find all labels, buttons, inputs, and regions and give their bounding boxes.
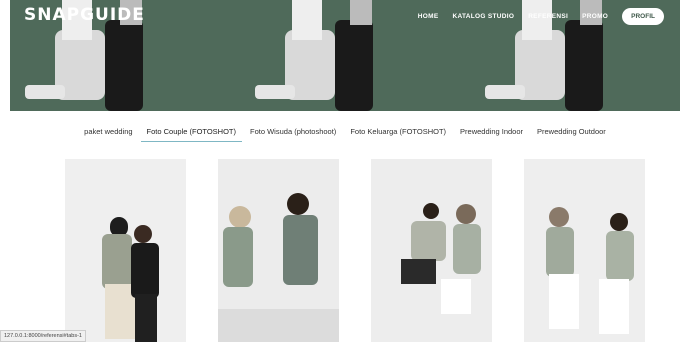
gallery-photo-3[interactable] xyxy=(371,159,492,342)
gallery-photo-4[interactable] xyxy=(524,159,645,342)
tab-prewedding-indoor[interactable]: Prewedding Indoor xyxy=(454,127,529,142)
tab-foto-wisuda[interactable]: Foto Wisuda (photoshoot) xyxy=(244,127,342,142)
nav-home[interactable]: HOME xyxy=(418,13,439,20)
tab-foto-couple[interactable]: Foto Couple (FOTOSHOT) xyxy=(140,127,243,142)
photo-couple-flowers xyxy=(524,159,645,342)
profil-button[interactable]: PROFIL xyxy=(622,8,664,25)
category-tabs: paket wedding Foto Couple (FOTOSHOT) Fot… xyxy=(0,127,690,142)
gallery-photo-2[interactable] xyxy=(218,159,339,342)
gallery-photo-1[interactable] xyxy=(65,159,186,342)
tab-paket-wedding[interactable]: paket wedding xyxy=(78,127,138,142)
tab-foto-keluarga[interactable]: Foto Keluarga (FOTOSHOT) xyxy=(344,127,452,142)
top-nav: HOME KATALOG STUDIO REFERENSI PROMO PROF… xyxy=(418,8,664,25)
browser-status-url: 127.0.0.1:8000/referensi#tabs-1 xyxy=(0,330,86,342)
photo-couple-shush xyxy=(218,159,339,342)
photo-couple-box xyxy=(371,159,492,342)
nav-promo[interactable]: PROMO xyxy=(582,13,608,20)
nav-referensi[interactable]: REFERENSI xyxy=(528,13,568,20)
brand-logo[interactable]: SNAPGUIDE xyxy=(24,5,145,25)
hero-banner: SNAPGUIDE HOME KATALOG STUDIO REFERENSI … xyxy=(10,0,680,111)
tab-prewedding-outdoor[interactable]: Prewedding Outdoor xyxy=(531,127,612,142)
photo-couple-seated xyxy=(65,159,186,342)
nav-katalog-studio[interactable]: KATALOG STUDIO xyxy=(452,13,514,20)
banner-figure-2 xyxy=(255,0,373,111)
